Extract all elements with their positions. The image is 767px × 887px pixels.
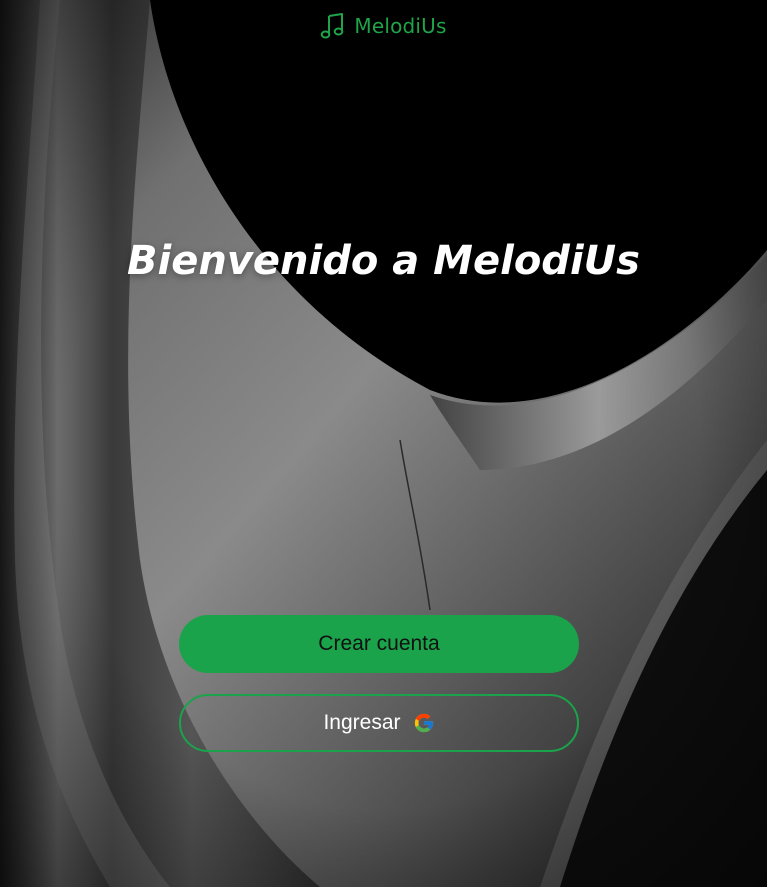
brand-header: MelodiUs [0, 12, 767, 40]
create-account-label: Crear cuenta [318, 632, 440, 655]
brand-name: MelodiUs [354, 14, 447, 38]
create-account-button[interactable]: Crear cuenta [179, 615, 579, 673]
music-note-icon [321, 13, 344, 39]
login-google-button[interactable]: Ingresar [179, 694, 579, 752]
background-image [0, 0, 767, 887]
welcome-screen: MelodiUs Bienvenido a MelodiUs Crear cue… [0, 0, 767, 887]
google-icon [414, 713, 433, 733]
welcome-title: Bienvenido a MelodiUs [127, 238, 640, 284]
login-label: Ingresar [323, 711, 401, 734]
